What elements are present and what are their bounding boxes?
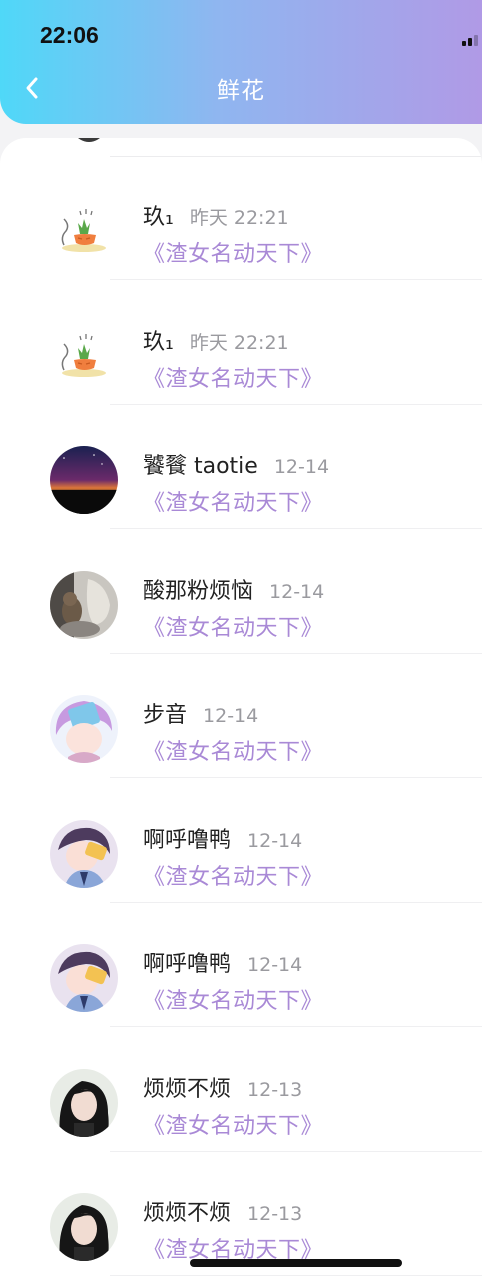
book-title-link[interactable]: 《渣女名动天下》 <box>143 485 323 517</box>
book-title-link[interactable]: 《渣女名动天下》 <box>143 1108 323 1140</box>
name-line: 烦烦不烦 12-13 <box>143 1195 302 1227</box>
user-name[interactable]: 啊呼噜鸭 <box>143 822 231 854</box>
avatar[interactable] <box>50 695 118 763</box>
timestamp: 12-14 <box>203 705 259 727</box>
user-name[interactable]: 烦烦不烦 <box>143 1071 231 1103</box>
avatar[interactable] <box>50 944 118 1012</box>
list-item[interactable]: 步音 12-14 《渣女名动天下》 <box>0 654 482 778</box>
user-name[interactable]: 步音 <box>143 697 187 729</box>
home-indicator <box>190 1259 402 1267</box>
header-bar: 22:06 鲜花 <box>0 0 482 124</box>
signal-icon <box>462 34 482 46</box>
timestamp: 昨天 22:21 <box>189 207 289 229</box>
screen: 22:06 鲜花 玖₁ 昨天 22:21 《渣女名动天下》 玖₁ 昨天 22:2… <box>0 0 482 1280</box>
status-time: 22:06 <box>40 22 99 48</box>
list-item[interactable]: 玖₁ 昨天 22:21 《渣女名动天下》 <box>0 156 482 280</box>
timestamp: 12-14 <box>269 580 325 603</box>
book-title-link[interactable]: 《渣女名动天下》 <box>143 859 323 891</box>
list-item[interactable]: 啊呼噜鸭 12-14 《渣女名动天下》 <box>0 903 482 1027</box>
avatar[interactable] <box>50 197 118 265</box>
name-line: 啊呼噜鸭 12-14 <box>143 946 302 978</box>
flower-list: 玖₁ 昨天 22:21 《渣女名动天下》 玖₁ 昨天 22:21 《渣女名动天下》 饕餮… <box>0 138 482 1280</box>
avatar[interactable] <box>50 321 118 390</box>
timestamp: 12-14 <box>273 456 330 478</box>
avatar[interactable] <box>50 1193 118 1261</box>
page-title: 鲜花 <box>217 78 265 104</box>
list-item[interactable]: 饕餮 taotie 12-14 《渣女名动天下》 <box>0 405 482 529</box>
book-title-link[interactable]: 《渣女名动天下》 <box>143 236 323 268</box>
timestamp: 昨天 22:21 <box>189 331 289 354</box>
user-name[interactable]: 玖₁ <box>143 199 174 231</box>
avatar <box>66 138 112 142</box>
book-title-link[interactable]: 《渣女名动天下》 <box>143 361 323 393</box>
list-item[interactable]: 啊呼噜鸭 12-14 《渣女名动天下》 <box>0 779 482 903</box>
list-item[interactable]: 酸那粉烦恼 12-14 《渣女名动天下》 <box>0 530 482 654</box>
name-line: 啊呼噜鸭 12-14 <box>143 822 302 854</box>
user-name[interactable]: 啊呼噜鸭 <box>143 946 231 978</box>
user-name[interactable]: 烦烦不烦 <box>143 1195 231 1227</box>
timestamp: 12-14 <box>247 829 303 852</box>
name-line: 玖₁ 昨天 22:21 <box>143 199 289 231</box>
list-item[interactable]: 烦烦不烦 12-13 《渣女名动天下》 <box>0 1152 482 1276</box>
user-name[interactable]: 酸那粉烦恼 <box>143 573 253 605</box>
timestamp: 12-13 <box>247 1203 303 1225</box>
timestamp: 12-13 <box>247 1078 303 1101</box>
list-item[interactable]: 烦烦不烦 12-13 《渣女名动天下》 <box>0 1028 482 1152</box>
book-title-link[interactable]: 《渣女名动天下》 <box>143 610 323 642</box>
name-line: 烦烦不烦 12-13 <box>143 1071 302 1103</box>
name-line: 玖₁ 昨天 22:21 <box>143 324 289 356</box>
timestamp: 12-14 <box>247 954 303 976</box>
avatar[interactable] <box>50 570 118 639</box>
name-line: 步音 12-14 <box>143 697 258 729</box>
avatar[interactable] <box>50 819 118 888</box>
list-item[interactable]: 玖₁ 昨天 22:21 《渣女名动天下》 <box>0 281 482 405</box>
book-title-link[interactable]: 《渣女名动天下》 <box>143 983 323 1015</box>
book-title-link[interactable]: 《渣女名动天下》 <box>143 734 323 766</box>
user-name[interactable]: 饕餮 taotie <box>143 448 258 480</box>
name-line: 酸那粉烦恼 12-14 <box>143 573 324 605</box>
name-line: 饕餮 taotie 12-14 <box>143 448 329 480</box>
user-name[interactable]: 玖₁ <box>143 324 174 356</box>
divider <box>110 1275 482 1276</box>
avatar[interactable] <box>50 1068 118 1137</box>
avatar[interactable] <box>50 446 118 514</box>
